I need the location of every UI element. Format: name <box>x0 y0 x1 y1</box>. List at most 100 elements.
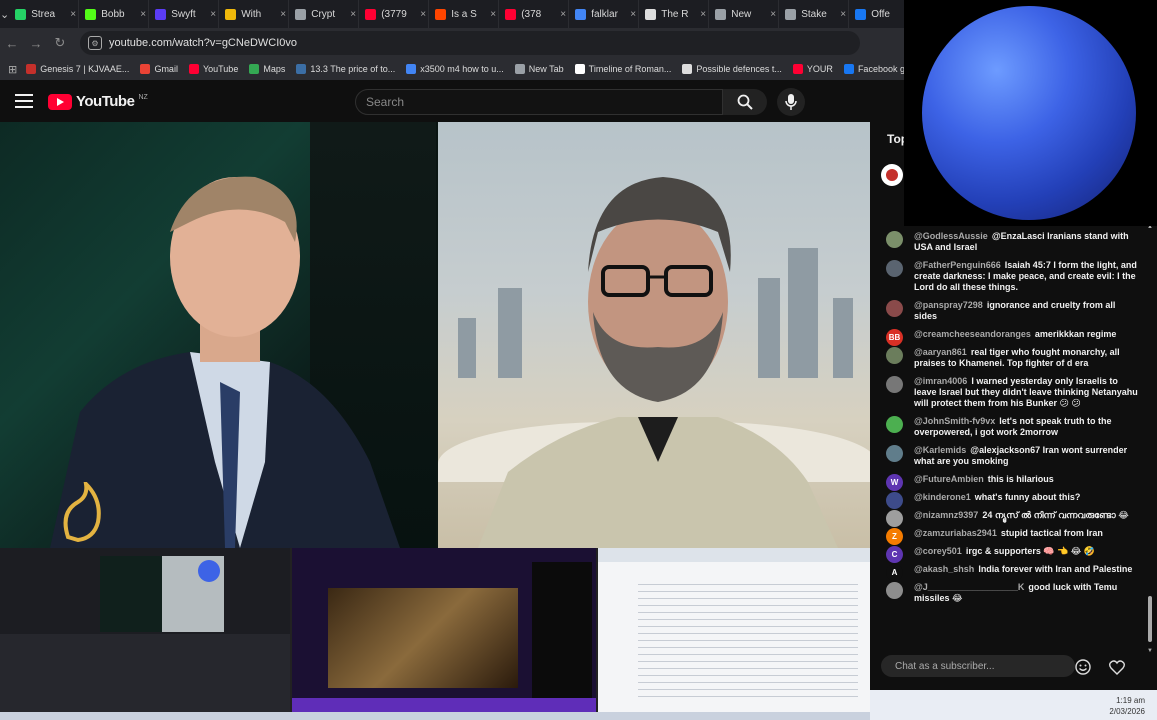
back-arrow-icon[interactable]: ← <box>0 36 24 51</box>
message-author[interactable]: @panspray7298 <box>914 300 983 310</box>
browser-tab[interactable]: Stake × <box>779 0 850 28</box>
browser-tab[interactable]: Offe× <box>849 0 904 28</box>
message-author[interactable]: @Karlemids <box>914 445 966 455</box>
chat-input[interactable]: Chat as a subscriber... <box>881 655 1075 677</box>
message-author[interactable]: @FutureAmbien <box>914 474 984 484</box>
bookmark-item[interactable]: 13.3 The price of to... <box>296 64 395 74</box>
channel-avatar[interactable] <box>881 164 903 186</box>
bookmark-item[interactable]: Possible defences t... <box>682 64 782 74</box>
chat-message[interactable]: @J__________________K good luck with Temu… <box>870 579 1145 608</box>
chat-message[interactable]: @panspray7298 ignorance and cruelty from … <box>870 297 1145 326</box>
bookmark-item[interactable]: New Tab <box>514 64 564 74</box>
tab-close-icon[interactable]: × <box>700 9 706 20</box>
message-author[interactable]: @zamzuriabas2941 <box>914 528 997 538</box>
thumbnail-obs-window[interactable] <box>0 548 292 712</box>
message-author[interactable]: @kinderone1 <box>914 492 971 502</box>
youtube-logo[interactable]: YouTube NZ <box>48 93 148 110</box>
tab-close-icon[interactable]: × <box>350 9 356 20</box>
menu-hamburger-icon[interactable] <box>15 94 33 108</box>
message-author[interactable]: @creamcheeseandoranges <box>914 329 1031 339</box>
tab-close-icon[interactable]: × <box>490 9 496 20</box>
message-author[interactable]: @J__________________K <box>914 582 1024 592</box>
scroll-thumb[interactable] <box>1148 596 1152 642</box>
message-author[interactable]: @aaryan861 <box>914 347 967 357</box>
bookmark-item[interactable]: Facebook green <box>843 64 904 74</box>
apps-grid-icon[interactable]: ⊞ <box>8 63 17 76</box>
message-text: 24 ന്യൂസ് ൽ നിന്ന് വന്നവരുണ്ടോ 😂 <box>982 510 1129 520</box>
site-info-icon[interactable]: ⚙ <box>88 36 102 50</box>
tab-close-icon[interactable]: × <box>70 9 76 20</box>
browser-tab[interactable]: falklar × <box>569 0 640 28</box>
chat-message[interactable]: @GodlessAussie @EnzaLasci Iranians stand … <box>870 228 1145 257</box>
search-button[interactable] <box>723 89 767 115</box>
user-avatar[interactable] <box>886 231 903 248</box>
user-avatar[interactable] <box>886 582 903 599</box>
browser-tab[interactable]: Bobb × <box>79 0 150 28</box>
message-author[interactable]: @corey501 <box>914 546 962 556</box>
browser-tab[interactable]: Swyft × <box>149 0 220 28</box>
chat-message[interactable]: Z @zamzuriabas2941 stupid tactical from Ir… <box>870 525 1145 545</box>
video-player[interactable] <box>0 122 870 548</box>
chat-message[interactable]: @Karlemids @alexjackson67 Iran wont surre… <box>870 442 1145 471</box>
message-author[interactable]: @JohnSmith-fv9vx <box>914 416 995 426</box>
chat-message[interactable]: A @akash_shsh India forever with Iran and … <box>870 561 1145 581</box>
thumbnail-spreadsheet-window[interactable] <box>598 548 870 712</box>
url-field[interactable]: ⚙ youtube.com/watch?v=gCNeDWCI0vo <box>80 31 860 55</box>
message-author[interactable]: @imran4006 <box>914 376 967 386</box>
message-author[interactable]: @nizamnz9397 <box>914 510 978 520</box>
browser-tab[interactable]: The R × <box>639 0 710 28</box>
chat-message[interactable]: W @FutureAmbien this is hilarious <box>870 471 1145 491</box>
search-input[interactable]: Search <box>355 89 723 115</box>
browser-tab[interactable]: (378 × <box>499 0 570 28</box>
thumbnail-video-window[interactable] <box>292 548 598 712</box>
bookmark-item[interactable]: Timeline of Roman... <box>574 64 671 74</box>
tab-close-icon[interactable]: × <box>420 9 426 20</box>
browser-tab[interactable]: With × <box>219 0 290 28</box>
browser-tab[interactable]: (3779 × <box>359 0 430 28</box>
url-text: youtube.com/watch?v=gCNeDWCI0vo <box>109 37 297 49</box>
chat-message[interactable]: @imran4006 I warned yesterday only Israel… <box>870 373 1145 413</box>
system-clock[interactable]: 1:19 am 2/03/2026 <box>1090 693 1157 720</box>
message-author[interactable]: @FatherPenguin666 <box>914 260 1001 270</box>
scroll-down-icon[interactable]: ▼ <box>1147 648 1153 654</box>
chat-message[interactable]: C @corey501 irgc & supporters 🧠 👈 😂 🤣 <box>870 543 1145 563</box>
emoji-icon[interactable] <box>1074 658 1092 676</box>
message-author[interactable]: @akash_shsh <box>914 564 974 574</box>
browser-tab[interactable]: Crypt × <box>289 0 360 28</box>
tab-close-icon[interactable]: × <box>560 9 566 20</box>
tab-search-chevron-icon[interactable]: ⌄ <box>0 0 9 28</box>
heart-icon[interactable] <box>1108 658 1126 676</box>
tab-close-icon[interactable]: × <box>770 9 776 20</box>
tab-close-icon[interactable]: × <box>840 9 846 20</box>
user-avatar[interactable] <box>886 416 903 433</box>
voice-search-button[interactable] <box>777 88 805 116</box>
forward-arrow-icon[interactable]: → <box>24 36 48 51</box>
user-avatar[interactable] <box>886 376 903 393</box>
bookmark-item[interactable]: YOUR <box>792 64 833 74</box>
browser-tab[interactable]: Is a S × <box>429 0 500 28</box>
chat-message[interactable]: @FatherPenguin666 Isaiah 45:7 I form the … <box>870 257 1145 297</box>
browser-tab[interactable]: Strea × <box>9 0 80 28</box>
user-avatar[interactable] <box>886 300 903 317</box>
tab-close-icon[interactable]: × <box>140 9 146 20</box>
chat-message[interactable]: @nizamnz9397 24 ന്യൂസ് ൽ നിന്ന് വന്നവരുണ്… <box>870 507 1145 527</box>
bookmark-item[interactable]: x3500 m4 how to u... <box>406 64 504 74</box>
bookmark-item[interactable]: YouTube <box>188 64 238 74</box>
user-avatar[interactable] <box>886 347 903 364</box>
chat-message[interactable]: @aaryan861 real tiger who fought monarchy… <box>870 344 1145 373</box>
chat-message[interactable]: BB @creamcheeseandoranges amerikkkan regim… <box>870 326 1145 346</box>
bookmark-item[interactable]: Genesis 7 | KJVAAE... <box>26 64 129 74</box>
bookmark-item[interactable]: Gmail <box>140 64 178 74</box>
chat-message[interactable]: @JohnSmith-fv9vx let's not speak truth to… <box>870 413 1145 442</box>
reload-icon[interactable]: ↻ <box>48 35 72 51</box>
user-avatar[interactable] <box>886 445 903 462</box>
chat-scrollbar[interactable]: ▲ ▼ <box>1147 224 1153 654</box>
user-avatar[interactable] <box>886 260 903 277</box>
tab-close-icon[interactable]: × <box>280 9 286 20</box>
browser-tab[interactable]: New × <box>709 0 780 28</box>
tab-close-icon[interactable]: × <box>210 9 216 20</box>
tab-close-icon[interactable]: × <box>630 9 636 20</box>
message-author[interactable]: @GodlessAussie <box>914 231 988 241</box>
chat-message[interactable]: @kinderone1 what's funny about this? <box>870 489 1145 509</box>
bookmark-item[interactable]: Maps <box>249 64 285 74</box>
